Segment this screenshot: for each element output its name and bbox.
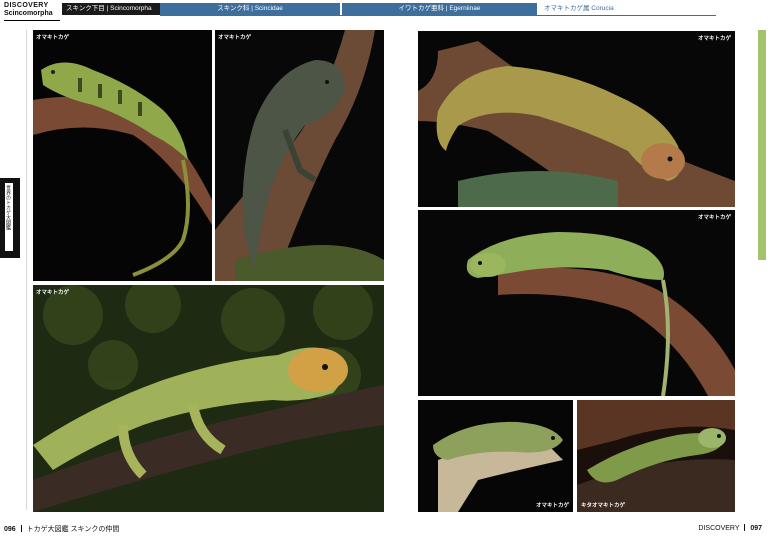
footer-right: DISCOVERY 097	[698, 524, 762, 532]
photo-1-image	[33, 30, 212, 281]
magazine-spread: DISCOVERY Scincomorpha スキンク下目 | Scincomo…	[0, 0, 768, 542]
photo-1-caption: オマキトカゲ	[36, 35, 70, 41]
photo-7-image	[577, 400, 735, 512]
photo-2-image	[215, 30, 384, 281]
photo-7: キタオマキトカゲ	[577, 400, 735, 512]
brand-block: DISCOVERY Scincomorpha	[4, 2, 60, 21]
photo-4-caption: オマキトカゲ	[697, 36, 731, 42]
tab-family: スキンク科 | Scincidae	[160, 3, 340, 15]
photo-4-image	[418, 31, 735, 207]
right-color-band	[758, 30, 766, 260]
left-running-title: トカゲ大図鑑 スキンクの仲間	[26, 526, 120, 533]
brand-title: DISCOVERY	[4, 2, 49, 9]
left-page-edge	[26, 30, 27, 510]
photo-4: オマキトカゲ	[418, 31, 735, 207]
tab-genus: オマキトカゲ属 Corucia	[540, 3, 664, 15]
footer-left-separator	[20, 525, 22, 532]
tab-infraorder: スキンク下目 | Scincomorpha	[62, 3, 160, 15]
side-index-inner: 世界のトカゲ大図鑑	[5, 183, 13, 251]
side-index-label: 世界のトカゲ大図鑑	[5, 185, 11, 230]
photo-3-image	[33, 285, 384, 512]
footer-left: 096 トカゲ大図鑑 スキンクの仲間	[4, 524, 119, 534]
photo-1: オマキトカゲ	[33, 30, 212, 281]
photo-7-caption: キタオマキトカゲ	[581, 503, 626, 509]
photo-6: オマキトカゲ	[418, 400, 573, 512]
photo-6-caption: オマキトカゲ	[535, 503, 569, 509]
right-brand: DISCOVERY	[698, 525, 740, 532]
photo-6-image	[418, 400, 573, 512]
photo-3: オマキトカゲ	[33, 285, 384, 512]
brand-subtitle: Scincomorpha	[4, 10, 53, 17]
right-page-number: 097	[750, 525, 762, 532]
photo-2: オマキトカゲ	[215, 30, 384, 281]
tab-subfamily: イワトカゲ亜科 | Egerniinae	[342, 3, 537, 15]
left-page-number: 096	[4, 526, 16, 533]
photo-2-caption: オマキトカゲ	[218, 35, 252, 41]
footer-right-separator	[744, 524, 746, 531]
side-index-tab: 世界のトカゲ大図鑑	[0, 178, 20, 258]
photo-5-caption: オマキトカゲ	[697, 215, 731, 221]
photo-3-caption: オマキトカゲ	[36, 290, 70, 296]
photo-5: オマキトカゲ	[418, 210, 735, 396]
photo-5-image	[418, 210, 735, 396]
header-rule	[160, 15, 716, 16]
